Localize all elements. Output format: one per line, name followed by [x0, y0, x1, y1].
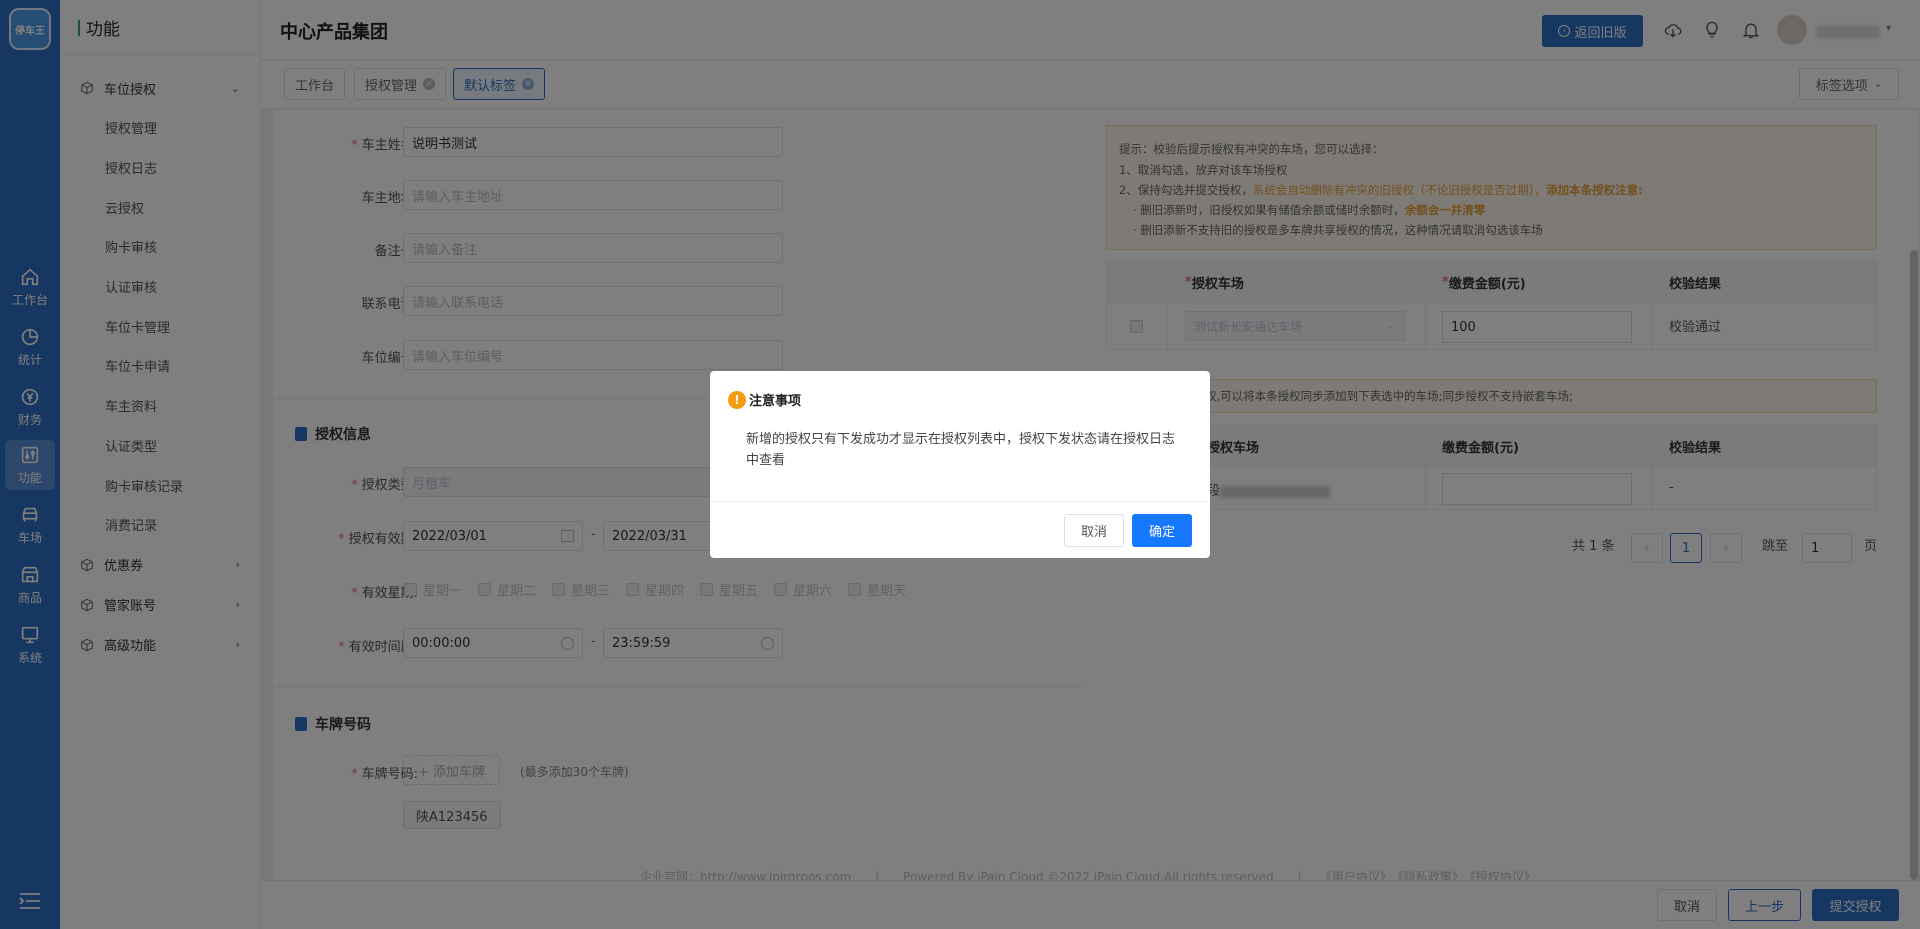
dialog-body: 新增的授权只有下发成功才显示在授权列表中，授权下发状态请在授权日志中查看 [746, 432, 1176, 468]
warning-icon: ! [728, 390, 746, 409]
notice-dialog: ! 注意事项 新增的授权只有下发成功才显示在授权列表中，授权下发状态请在授权日志… [710, 371, 1210, 558]
dialog-divider [710, 501, 1210, 502]
dialog-cancel-button[interactable]: 取消 [1064, 514, 1124, 547]
dialog-title: ! 注意事项 [728, 390, 801, 409]
dialog-confirm-button[interactable]: 确定 [1132, 514, 1192, 547]
